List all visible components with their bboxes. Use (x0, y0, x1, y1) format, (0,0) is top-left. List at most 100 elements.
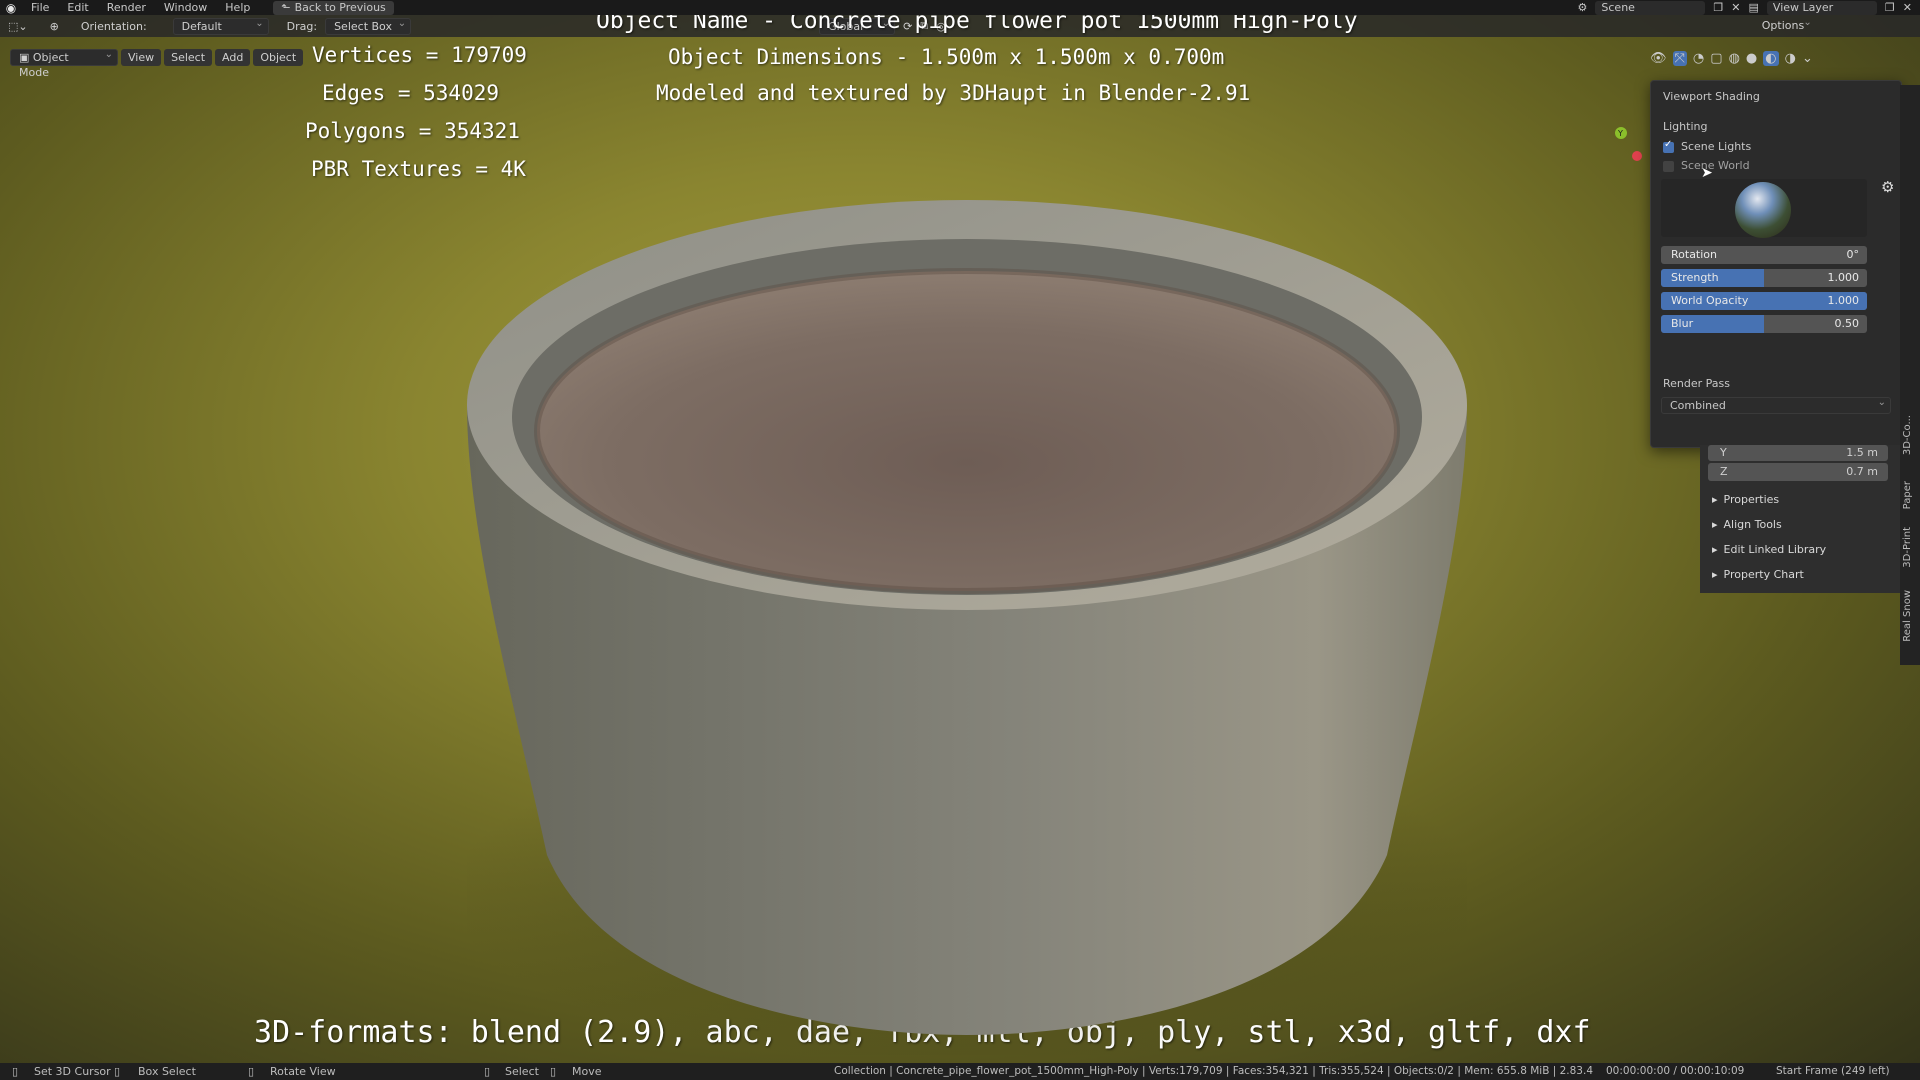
strength-slider[interactable]: Strength 1.000 (1661, 269, 1867, 287)
mouse-middle-icon: ▯ (114, 1065, 121, 1078)
visibility-icon[interactable]: 👁 (1650, 51, 1667, 66)
scene-lights-label: Scene Lights (1681, 140, 1752, 153)
scene-field[interactable]: Scene (1595, 0, 1706, 15)
menu-object[interactable]: Object (253, 49, 304, 66)
render-pass-dropdown[interactable]: Combined (1661, 395, 1891, 414)
rotation-slider[interactable]: Rotation 0° (1661, 246, 1867, 264)
viewport-header-menus: ▣ Object Mode View Select Add Object (10, 47, 304, 79)
view-layer-icon[interactable]: ▤ (1749, 1, 1759, 14)
polygons-count: Polygons = 354321 (305, 119, 520, 143)
blur-slider[interactable]: Blur 0.50 (1661, 315, 1867, 333)
textures-info: PBR Textures = 4K (311, 157, 526, 181)
dimension-z-value: 0.7 m (1846, 465, 1878, 478)
menu-file[interactable]: File (22, 0, 58, 15)
object-dimensions: Object Dimensions - 1.500m x 1.500m x 0.… (668, 45, 1225, 69)
mouse-left-icon: ▯ (12, 1065, 19, 1078)
blur-label: Blur (1671, 317, 1694, 330)
expand-arrow-icon: ▸ (1712, 493, 1718, 506)
panel-edit-linked-library[interactable]: ▸ Edit Linked Library (1712, 543, 1826, 556)
wireframe-shading-icon[interactable]: ◍ (1729, 51, 1740, 66)
drag-label: Drag: (286, 19, 318, 33)
dimension-y-label: Y (1720, 446, 1727, 459)
solid-shading-icon[interactable]: ● (1746, 51, 1757, 66)
transform-pivot-icon[interactable]: ⊕ (50, 20, 59, 33)
new-layer-icon[interactable]: ❐ (1885, 1, 1895, 14)
3d-viewport[interactable]: ⬚⌄ ⊕ Orientation: Default Drag: Select B… (0, 15, 1920, 1063)
delete-layer-icon[interactable]: ✕ (1903, 1, 1912, 14)
menu-view[interactable]: View (121, 49, 162, 66)
status-box-select: Box Select (138, 1065, 196, 1078)
tab-real-snow[interactable]: Real Snow (1902, 590, 1918, 642)
editor-type-icon[interactable]: ⬚⌄ (8, 20, 28, 33)
credit-text: Modeled and textured by 3DHaupt in Blend… (656, 81, 1251, 105)
material-shading-icon[interactable]: ◐ (1763, 51, 1779, 66)
scene-lights-checkbox[interactable]: Scene Lights (1663, 139, 1752, 153)
menu-select[interactable]: Select (164, 49, 213, 66)
expand-arrow-icon: ▸ (1712, 518, 1718, 531)
top-menu-bar: ◉ File Edit Render Window Help ⬑ Back to… (0, 0, 1920, 15)
menu-window[interactable]: Window (155, 0, 216, 15)
status-bar: ▯ Set 3D Cursor ▯ Box Select ▯ Rotate Vi… (0, 1063, 1920, 1080)
panel-edit-linked-library-label: Edit Linked Library (1723, 543, 1827, 556)
panel-align-tools-label: Align Tools (1723, 518, 1782, 531)
shading-options-icon[interactable]: ⌄ (1802, 51, 1813, 66)
orientation-label: Orientation: (80, 19, 147, 33)
drag-dropdown[interactable]: Select Box (325, 16, 412, 35)
dimension-y-value: 1.5 m (1846, 446, 1878, 459)
mouse-select-icon: ▯ (484, 1065, 491, 1078)
scene-lights-check-icon[interactable] (1663, 139, 1674, 153)
status-rotate-view: Rotate View (270, 1065, 336, 1078)
strength-label: Strength (1671, 271, 1719, 284)
options-dropdown[interactable]: Options (1754, 15, 1816, 35)
world-opacity-value: 1.000 (1827, 294, 1860, 307)
scene-icon[interactable]: ⚙ (1578, 1, 1588, 14)
tab-paper[interactable]: Paper (1902, 481, 1918, 509)
back-to-previous-button[interactable]: ⬑ Back to Previous (273, 0, 394, 15)
navigation-gizmo[interactable]: Y (1605, 105, 1650, 175)
status-time: 00:00:00:00 / 00:00:10:09 (1606, 1065, 1745, 1077)
expand-arrow-icon: ▸ (1712, 543, 1718, 556)
popover-title: Viewport Shading (1663, 90, 1760, 103)
object-mode-icon: ▣ (19, 51, 33, 64)
overlay-icon[interactable]: ◔ (1693, 51, 1704, 66)
menu-edit[interactable]: Edit (58, 0, 97, 15)
tab-3d-print[interactable]: 3D-Print (1902, 527, 1918, 568)
orientation-dropdown[interactable]: Default (172, 16, 269, 35)
status-scene-info: Collection | Concrete_pipe_flower_pot_15… (834, 1065, 1594, 1077)
panel-properties[interactable]: ▸ Properties (1712, 493, 1779, 506)
status-select: Select (505, 1065, 539, 1078)
blender-logo-icon[interactable]: ◉ (0, 0, 22, 15)
view-layer-field[interactable]: View Layer (1766, 0, 1877, 15)
new-scene-icon[interactable]: ❐ (1713, 1, 1723, 14)
edges-count: Edges = 534029 (322, 81, 500, 105)
menu-add[interactable]: Add (215, 49, 251, 66)
dimension-z-field[interactable]: Z 0.7 m (1708, 463, 1888, 481)
world-opacity-slider[interactable]: World Opacity 1.000 (1661, 292, 1867, 310)
menu-help[interactable]: Help (216, 0, 259, 15)
mouse-move-icon: ▯ (550, 1065, 557, 1078)
gizmo-x-axis[interactable] (1632, 151, 1642, 161)
gizmo-icon[interactable]: ⤧ (1672, 51, 1687, 66)
hdri-settings-icon[interactable]: ⚙ (1881, 178, 1894, 196)
scene-world-check-icon[interactable] (1663, 160, 1674, 172)
status-set-cursor: Set 3D Cursor (34, 1065, 111, 1078)
back-icon: ⬑ (281, 0, 291, 14)
object-mode-dropdown[interactable]: ▣ Object Mode (10, 47, 118, 79)
svg-text:Y: Y (1617, 129, 1623, 138)
xray-icon[interactable]: ▢ (1710, 51, 1722, 66)
delete-scene-icon[interactable]: ✕ (1731, 1, 1740, 14)
scene-world-label: Scene World (1681, 159, 1750, 172)
top-right-fields: ⚙ Scene ❐ ✕ ▤ View Layer ❐ ✕ (1578, 0, 1920, 15)
panel-property-chart[interactable]: ▸ Property Chart (1712, 568, 1804, 581)
world-opacity-label: World Opacity (1671, 294, 1749, 307)
status-move: Move (572, 1065, 602, 1078)
panel-align-tools[interactable]: ▸ Align Tools (1712, 518, 1782, 531)
concrete-pot-model[interactable] (467, 195, 1467, 1055)
dimension-y-field[interactable]: Y 1.5 m (1708, 445, 1888, 461)
back-to-previous-label: Back to Previous (294, 0, 386, 14)
sidebar-tabs: 3D-Co... Paper 3D-Print Real Snow (1900, 85, 1920, 665)
tab-3d-coat[interactable]: 3D-Co... (1902, 415, 1918, 455)
menu-render[interactable]: Render (98, 0, 155, 15)
hdri-preview[interactable] (1661, 179, 1867, 238)
rendered-shading-icon[interactable]: ◑ (1785, 51, 1796, 66)
